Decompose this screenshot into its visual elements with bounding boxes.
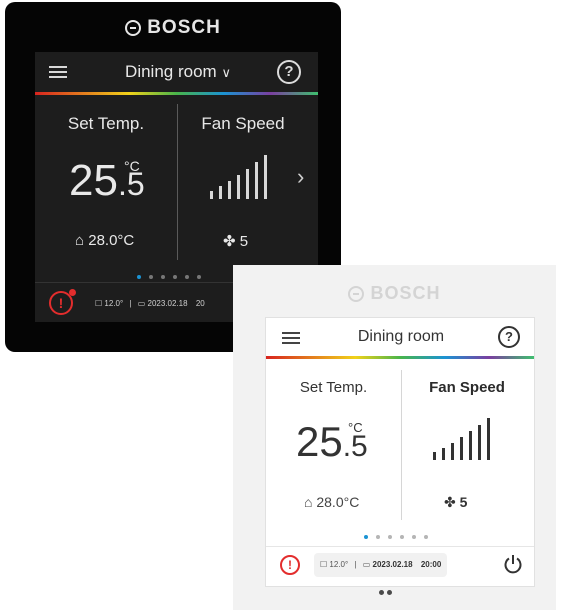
menu-icon[interactable] [49,66,67,79]
fan-icon: ✤ [444,494,456,510]
fan-icon: ✤ [223,233,236,250]
status-info: ☐ 12.0° | ▭ 2023.02.18 20 [95,299,205,308]
calendar-icon: ▭ [137,299,146,308]
house-thermometer-icon: ⌂ [75,232,85,249]
house-thermometer-icon: ⌂ [304,494,313,510]
alert-icon[interactable]: ! [280,555,300,575]
rainbow-stripe [35,92,318,95]
fan-level: ✤ 5 [223,233,249,250]
help-icon[interactable]: ? [498,326,520,348]
page-dots [364,526,436,544]
fan-speed-label: Fan Speed [201,114,285,133]
indoor-temp: ⌂ 28.0°C [75,232,135,249]
device-pager-dots [379,582,395,600]
top-bar: Dining room ? [266,318,534,358]
brand-logo: BOSCH [5,17,341,39]
outdoor-temp-icon: ☐ [95,299,103,308]
rainbow-stripe [266,356,534,359]
menu-icon[interactable] [282,332,300,345]
fan-speed-label: Fan Speed [429,379,505,396]
help-icon[interactable]: ? [277,60,301,84]
room-selector[interactable]: Dining room [336,328,466,346]
set-temp-label: Set Temp. [299,379,368,396]
chevron-down-icon: ∨ [221,65,231,80]
status-info: ☐ 12.0° | ▭ 2023.02.18 20:00 [314,553,448,577]
bosch-logo-icon [125,20,142,36]
brand-logo: BOSCH [233,283,556,304]
fan-speed-bars[interactable] [210,154,280,199]
outdoor-temp-icon: ☐ [320,560,328,569]
top-bar: Dining room ∨ ? [35,52,318,92]
indoor-temp: ⌂ 28.0°C [304,494,360,510]
bosch-logo-icon [348,286,365,302]
fan-level: ✤ 5 [444,494,468,510]
display-screen: Dining room ? Set Temp. 25.5 °C ⌂ 28.0°C… [265,317,535,587]
status-bar: ! ☐ 12.0° | ▭ 2023.02.18 20:00 [266,546,534,579]
set-temp-value[interactable]: 25.5 °C [296,418,368,466]
set-temp-value[interactable]: 25.5 °C [69,156,145,206]
fan-speed-bars[interactable] [433,418,503,460]
set-temp-label: Set Temp. [67,114,145,133]
room-selector[interactable]: Dining room ∨ [113,62,243,82]
chevron-right-icon[interactable]: › [297,164,304,190]
power-icon[interactable] [502,553,524,575]
calendar-icon: ▭ [362,560,371,569]
white-controller: BOSCH Dining room ? Set Temp. 25.5 °C ⌂ … [233,265,556,610]
notification-dot [69,289,76,296]
